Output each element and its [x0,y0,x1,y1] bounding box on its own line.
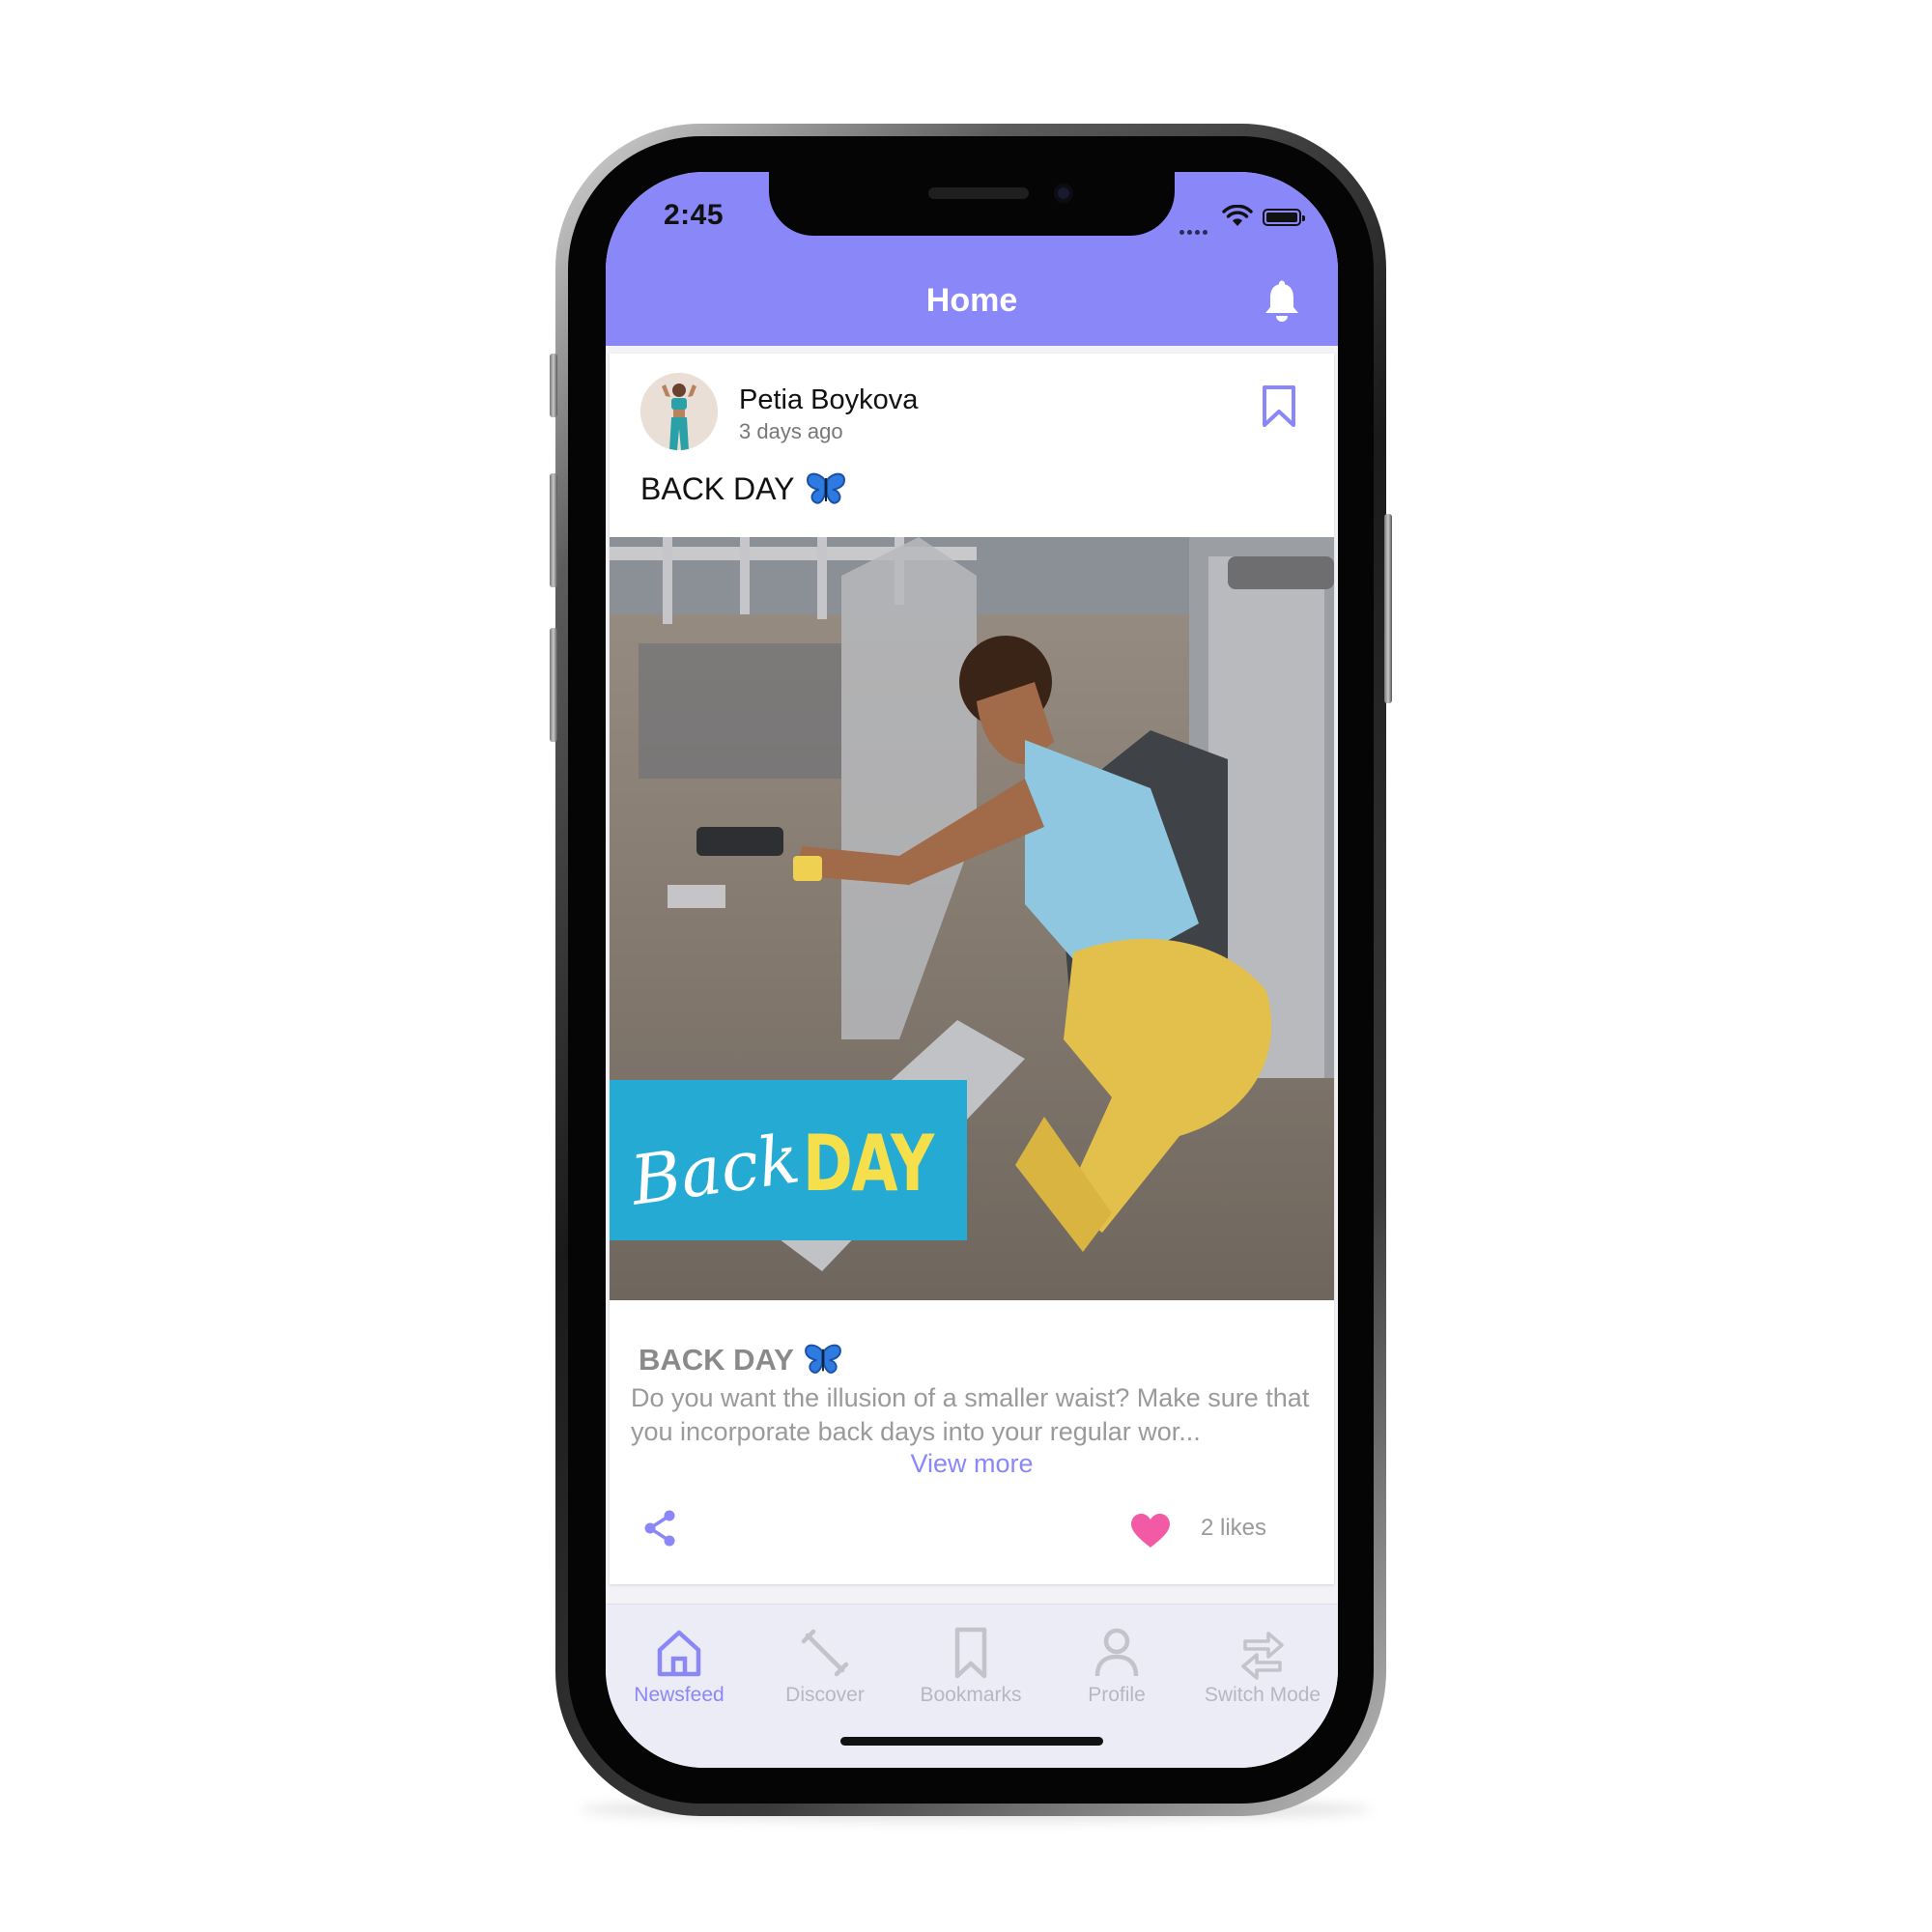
volume-up-button [550,473,557,587]
tab-label-discover: Discover [785,1684,865,1706]
notch [769,172,1175,236]
tab-label-bookmarks: Bookmarks [920,1684,1022,1706]
front-camera [1054,184,1073,203]
tab-bookmarks[interactable]: Bookmarks [897,1624,1044,1707]
home-indicator[interactable] [840,1737,1103,1746]
post-body-title-text: BACK DAY [639,1343,794,1377]
heart-icon[interactable] [1129,1513,1172,1549]
butterfly-icon [807,472,846,504]
banner-bold-text: DAY [803,1119,934,1208]
status-time: 2:45 [664,199,724,231]
power-button [1384,514,1392,703]
post-timestamp: 3 days ago [739,419,843,443]
author-avatar[interactable] [640,373,718,450]
switch-arrows-icon [1241,1632,1284,1680]
tab-switch-mode[interactable]: Switch Mode [1189,1624,1336,1707]
tab-label-newsfeed: Newsfeed [634,1684,724,1706]
volume-down-button [550,628,557,742]
avatar-photo [640,373,718,450]
post-title: BACK DAY [640,471,846,507]
bookmark-icon[interactable] [1261,384,1297,429]
wifi-icon [1222,205,1253,226]
image-banner: Back DAY [610,1080,967,1240]
dumbbell-icon [801,1629,849,1677]
tab-label-profile: Profile [1088,1684,1146,1706]
newsfeed: Petia Boykova 3 days ago BACK DAY Back D… [606,346,1338,1604]
post-body-title: BACK DAY [639,1343,842,1378]
banner-script-text: Back [626,1119,805,1221]
tab-newsfeed[interactable]: Newsfeed [606,1624,753,1707]
page-title: Home [925,282,1018,319]
likes-count: 2 likes [1201,1515,1267,1541]
earpiece-speaker [928,187,1029,199]
battery-icon [1263,209,1305,226]
tab-label-switch-mode: Switch Mode [1204,1684,1321,1706]
phone-screen: 2:45 Home Petia Boykova 3 days ago BACK … [606,172,1338,1768]
signal-icon [1179,222,1212,235]
bell-icon[interactable] [1263,280,1301,323]
view-more-link[interactable]: View more [610,1449,1334,1479]
butterfly-icon [804,1344,841,1374]
share-icon[interactable] [642,1509,677,1548]
post-card: Petia Boykova 3 days ago BACK DAY Back D… [610,354,1334,1584]
post-body-text: Do you want the illusion of a smaller wa… [631,1383,1310,1446]
author-name[interactable]: Petia Boykova [739,384,918,416]
post-image[interactable]: Back DAY [610,537,1334,1300]
tab-discover[interactable]: Discover [752,1624,898,1707]
tab-profile[interactable]: Profile [1043,1624,1190,1707]
bookmark-icon [954,1627,987,1679]
home-icon [657,1630,701,1677]
post-title-text: BACK DAY [640,471,795,506]
person-icon [1094,1628,1139,1677]
mute-switch [550,354,557,417]
